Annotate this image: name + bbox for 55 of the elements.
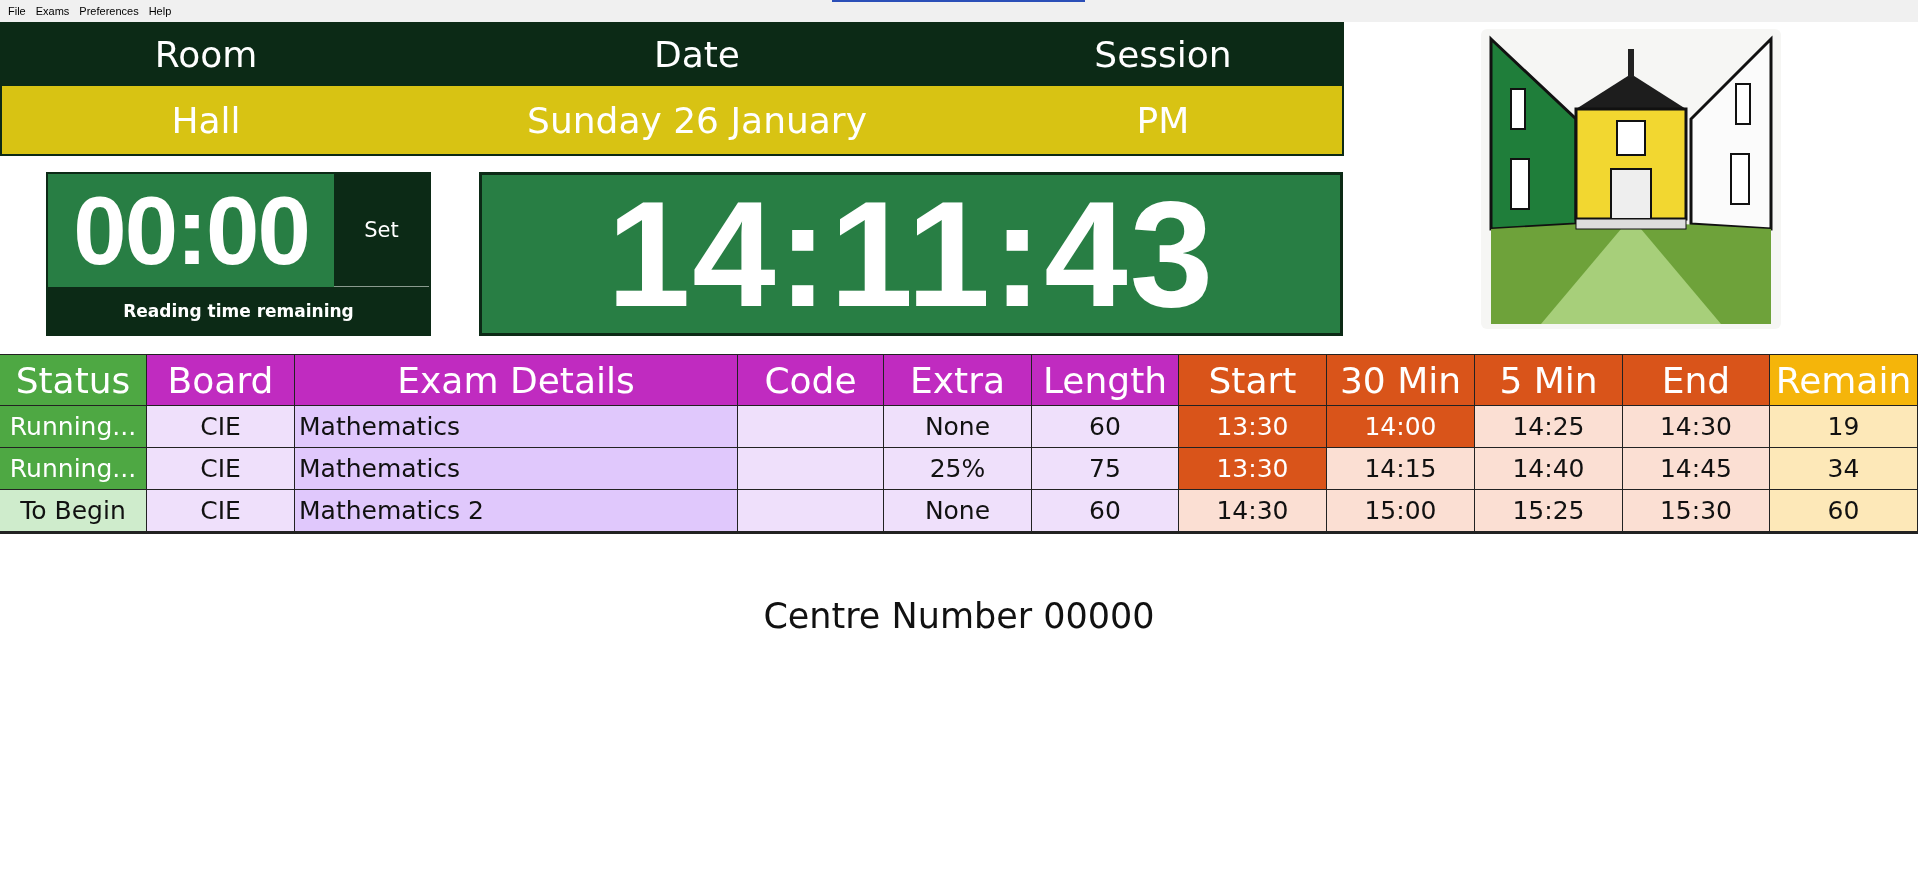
centre-number: Centre Number 00000	[763, 596, 1155, 636]
table-cell: CIE	[147, 406, 295, 448]
time-cell: 15:00	[1327, 490, 1475, 532]
menu-item[interactable]: Exams	[31, 5, 74, 17]
time-cell: 14:30	[1179, 490, 1327, 532]
time-cell: 14:30	[1623, 406, 1770, 448]
time-cell: 13:30	[1179, 406, 1327, 448]
column-header: Length	[1032, 354, 1179, 406]
table-cell: None	[884, 406, 1032, 448]
time-cell: 14:25	[1475, 406, 1623, 448]
table-cell: 25%	[884, 448, 1032, 490]
clock-display: 14:11:43	[479, 172, 1343, 336]
table-cell: Mathematics	[295, 406, 738, 448]
header-value: Sunday 26 January	[410, 86, 984, 154]
table-cell: CIE	[147, 448, 295, 490]
table-cell: 60	[1770, 490, 1918, 532]
time-cell: 13:30	[1179, 448, 1327, 490]
time-cell: 15:25	[1475, 490, 1623, 532]
timer-caption: Reading time remaining	[122, 299, 355, 323]
header-label: Date	[410, 22, 984, 86]
time-cell: 15:30	[1623, 490, 1770, 532]
header-label: Room	[2, 22, 410, 86]
time-cell: 14:40	[1475, 448, 1623, 490]
table-cell: 75	[1032, 448, 1179, 490]
menu-item[interactable]: Preferences	[75, 5, 143, 17]
column-header: Remain	[1770, 354, 1918, 406]
menu-item[interactable]: Help	[144, 5, 176, 17]
column-header: Extra	[884, 354, 1032, 406]
time-cell: 14:00	[1327, 406, 1475, 448]
status-cell: To Begin	[0, 490, 147, 532]
header-label: Session	[984, 22, 1342, 86]
column-header: 5 Min	[1475, 354, 1623, 406]
reading-timer: 00:00	[48, 174, 334, 287]
header-value: Hall	[2, 86, 410, 154]
column-header: 30 Min	[1327, 354, 1475, 406]
table-cell: None	[884, 490, 1032, 532]
column-header: Exam Details	[295, 354, 738, 406]
table-cell: Mathematics	[295, 448, 738, 490]
table-cell: 60	[1032, 406, 1179, 448]
table-cell: CIE	[147, 490, 295, 532]
table-cell: 60	[1032, 490, 1179, 532]
header-value: PM	[984, 86, 1342, 154]
status-cell: Running...	[0, 406, 147, 448]
column-header: Board	[147, 354, 295, 406]
column-header: Start	[1179, 354, 1327, 406]
table-cell: Mathematics 2	[295, 490, 738, 532]
status-cell: Running...	[0, 448, 147, 490]
column-header: Status	[0, 354, 147, 406]
time-cell: 14:15	[1327, 448, 1475, 490]
table-cell: 34	[1770, 448, 1918, 490]
table-cell: 19	[1770, 406, 1918, 448]
column-header: Code	[738, 354, 884, 406]
time-cell: 14:45	[1623, 448, 1770, 490]
column-header: End	[1623, 354, 1770, 406]
menu-item[interactable]: File	[4, 5, 30, 17]
